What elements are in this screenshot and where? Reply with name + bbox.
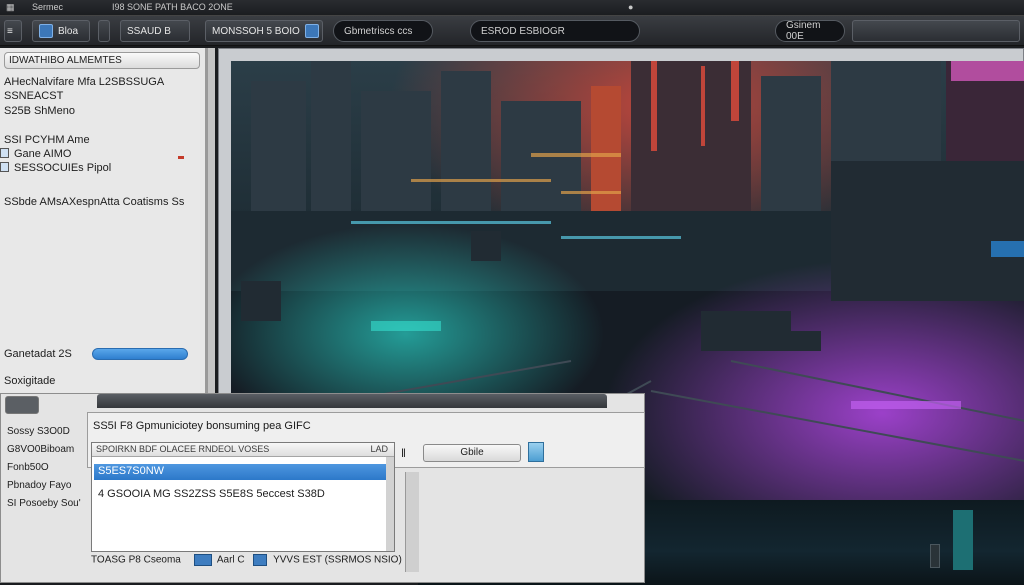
dialog-sidebar: Sossy S3O0D G8VO0Biboam Fonb50O Pbnadoy … [1,418,85,538]
window-title-left: Sermec [32,2,64,12]
panel-light [953,510,973,570]
file-list-header[interactable]: SPOIRKN BDF OLACEE RNDEOL VOSES LAD [92,443,394,457]
left-panel-line: Ganetadat 2S [4,348,72,360]
left-panel-line: SESSOCUIEs Pipol [14,162,112,174]
toolbar-field-metrics[interactable]: Gbmetriscs ccs [333,20,433,42]
sidebar-item[interactable]: SI Posoeby Sou' [7,498,81,509]
footer-label-3: YVVS EST (SSRMOS NSIO) [273,554,402,566]
document-icon[interactable] [528,442,544,462]
left-panel-scrollbar[interactable] [207,48,215,393]
column-header-right: LAD [370,444,388,454]
file-dialog: SS5I F8 Gpmuniciotey bonsuming pea GIFC … [0,393,645,583]
toolbar-button-label: SSAUD B [127,25,171,37]
toolbar-button-label: MONSSOH 5 BOIO [212,25,300,37]
window-title: I98 SONE PATH BACO 2ONE [112,2,233,12]
toolbar-field-gsinem[interactable]: Gsinem 00E [775,20,845,42]
sidebar-item[interactable]: Pbnadoy Fayo [7,480,72,491]
column-header-left: SPOIRKN BDF OLACEE RNDEOL VOSES [96,444,270,454]
footer-label-2: Aarl C [216,554,245,566]
checkbox-icon[interactable] [0,162,9,172]
file-list-row-selected[interactable]: S5ES7S0NW [94,464,392,480]
checkbox-icon[interactable] [0,148,9,158]
dialog-back-button[interactable] [5,396,39,414]
keyboard-icon[interactable] [193,554,212,566]
left-panel-line: S25B ShMeno [4,105,75,117]
marker-icon [178,156,184,159]
left-panel-line: SSbde AMsAXespnAtta Coatisms Ss [4,196,185,208]
file-list-row[interactable]: 4 GSOOIA MG SS2ZSS S5E8S 5eccest S38D [98,488,325,500]
pipe-icon: ‖ [401,446,406,460]
dialog-footer: TOASG P8 Cseoma Aarl C YVVS EST (SSRMOS … [91,554,411,572]
file-list-scrollbar[interactable] [386,457,394,551]
menu-icon[interactable]: ≡ [4,20,22,42]
toolbar-field-label: ESROD ESBIOGR [481,25,565,37]
dialog-action-button[interactable]: Gbile [423,444,521,462]
toolbar-separator [98,20,110,42]
left-panel-line: Soxigitade [4,375,56,387]
progress-bar [92,348,188,360]
toolbar-button-monssoh[interactable]: MONSSOH 5 BOIO [205,20,323,42]
toolbar-button-ssaud[interactable]: SSAUD B [120,20,190,42]
display-icon [304,24,319,38]
toolbar-field-label: Gbmetriscs ccs [344,25,413,37]
sidebar-item[interactable]: Sossy S3O0D [7,426,70,437]
window-titlebar: ▦ Sermec I98 SONE PATH BACO 2ONE ● [0,0,1024,16]
left-panel-line: SSNEACST [4,90,64,102]
left-panel: IDWATHIBO ALMEMTES AHecNalvifare Mfa L2S… [0,48,207,393]
toolbar-button-label: Bloa [58,25,79,37]
left-panel-header: IDWATHIBO ALMEMTES [4,52,200,69]
dialog-titlebar [97,394,607,408]
save-icon[interactable] [253,554,268,566]
toolbar-field-label: Gsinem 00E [786,20,821,42]
toolbar: ≡ Bloa SSAUD B MONSSOH 5 BOIO Gbmetriscs… [0,16,1024,46]
left-panel-line: Gane AIMO [14,148,72,160]
toolbar-search[interactable] [852,20,1020,42]
footer-label: TOASG P8 Cseoma [91,554,181,566]
left-panel-line: AHecNalvifare Mfa L2SBSSUGA [4,76,165,88]
sidebar-item[interactable]: Fonb50O [7,462,49,473]
dialog-title: SS5I F8 Gpmuniciotey bonsuming pea GIFC [93,420,311,432]
toolbar-button-bloa[interactable]: Bloa [32,20,90,42]
globe-icon [39,24,53,38]
title-dot-icon: ● [628,2,634,12]
app-icon: ▦ [6,2,15,12]
sidebar-item[interactable]: G8VO0Biboam [7,444,74,455]
file-list: SPOIRKN BDF OLACEE RNDEOL VOSES LAD S5ES… [91,442,395,552]
toolbar-field-esrod[interactable]: ESROD ESBIOGR [470,20,640,42]
left-panel-line: SSI PCYHM Ame [4,134,90,146]
switch-icon [930,544,940,568]
